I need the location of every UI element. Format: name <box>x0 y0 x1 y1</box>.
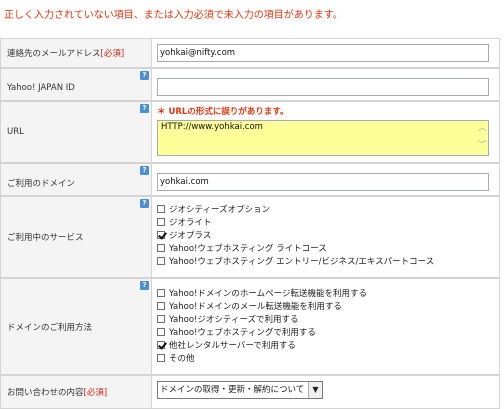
checkbox-checked[interactable] <box>157 341 165 349</box>
usage-options: Yahoo!ドメインのホームページ転送機能を利用する Yahoo!ドメインのメー… <box>151 278 500 375</box>
services-options: ジオシティーズオプション ジオライト ジオプラス Yahoo!ウェブホスティング… <box>151 196 500 278</box>
usage-label: ドメインのご利用方法 <box>7 322 93 333</box>
checkbox-label: Yahoo!ウェブホスティングで利用する <box>169 328 316 338</box>
checkbox-label: 他社レンタルサーバーで利用する <box>169 341 296 351</box>
chevron-down-icon[interactable]: ▼ <box>308 382 322 398</box>
checkbox[interactable] <box>157 302 165 310</box>
checkbox[interactable] <box>157 354 165 362</box>
url-label: URL <box>7 127 24 137</box>
help-icon[interactable]: ? <box>140 166 149 175</box>
inquiry-row: お問い合わせの内容[必須] ドメインの取得・更新・解約について ▼ <box>0 375 504 409</box>
checkbox[interactable] <box>157 218 165 226</box>
services-label: ご利用中のサービス <box>7 233 84 243</box>
checkbox-label: Yahoo!ジオシティーズで利用する <box>169 315 299 325</box>
yahoo-id-row: Yahoo! JAPAN ID ? <box>0 68 504 101</box>
checkbox[interactable] <box>157 244 165 252</box>
yahoo-id-field[interactable] <box>157 78 489 96</box>
checkbox-label: Yahoo!ドメインのホームページ転送機能を利用する <box>169 289 368 299</box>
checkbox-item[interactable]: Yahoo!ウェブホスティングで利用する <box>157 326 316 338</box>
checkbox-label: ジオライト <box>169 218 212 228</box>
domain-row: ご利用のドメイン ? yohkai.com <box>0 163 504 196</box>
checkbox-item[interactable]: Yahoo!ドメインのメール転送機能を利用する <box>157 300 342 312</box>
checkbox[interactable] <box>157 257 165 265</box>
checkbox-checked[interactable] <box>157 231 165 239</box>
yahoo-id-label: Yahoo! JAPAN ID <box>7 83 75 94</box>
checkbox-label: その他 <box>169 354 195 364</box>
domain-label: ご利用のドメイン <box>7 179 76 190</box>
help-icon[interactable]: ? <box>140 281 149 290</box>
checkbox-label: ジオシティーズオプション <box>169 205 271 215</box>
checkbox-item[interactable]: ジオプラス <box>157 229 212 241</box>
inquiry-select[interactable]: ドメインの取得・更新・解約について ▼ <box>157 381 323 399</box>
checkbox-label: ジオプラス <box>169 231 212 241</box>
checkbox-label: Yahoo!ドメインのメール転送機能を利用する <box>169 302 342 312</box>
checkbox-item[interactable]: Yahoo!ウェブホスティング ライトコース <box>157 242 327 254</box>
url-error: ＊ URLの形式に誤りがあります。 <box>157 107 289 117</box>
scrollbar[interactable]: ︿ ﹀ <box>477 122 487 154</box>
url-row: URL ? ＊ URLの形式に誤りがあります。 HTTP://www.yohka… <box>0 101 504 163</box>
help-icon[interactable]: ? <box>140 199 149 208</box>
checkbox[interactable] <box>157 315 165 323</box>
email-label: 連絡先のメールアドレス <box>7 49 101 59</box>
checkbox-item[interactable]: Yahoo!ドメインのホームページ転送機能を利用する <box>157 287 368 299</box>
checkbox-item[interactable]: Yahoo!ジオシティーズで利用する <box>157 313 299 325</box>
required-mark: [必須] <box>100 49 125 59</box>
help-icon[interactable]: ? <box>140 71 149 80</box>
email-field[interactable]: yohkai@nifty.com <box>157 44 489 62</box>
checkbox-item[interactable]: ジオライト <box>157 216 212 228</box>
checkbox-label: Yahoo!ウェブホスティング ライトコース <box>169 244 327 254</box>
domain-field[interactable]: yohkai.com <box>157 173 489 191</box>
checkbox-item[interactable]: その他 <box>157 352 195 364</box>
checkbox-item[interactable]: Yahoo!ウェブホスティング エントリー/ビジネス/エキスパートコース <box>157 255 435 267</box>
inquiry-label: お問い合わせの内容 <box>7 388 84 398</box>
usage-row: ドメインのご利用方法 ? Yahoo!ドメインのホームページ転送機能を利用する … <box>0 278 504 375</box>
required-mark: [必須] <box>83 388 108 398</box>
url-textarea[interactable]: HTTP://www.yohkai.com ︿ ﹀ <box>157 120 489 156</box>
services-row: ご利用中のサービス ? ジオシティーズオプション ジオライト ジオプラス Yah… <box>0 196 504 278</box>
scroll-down-icon[interactable]: ﹀ <box>477 139 487 150</box>
error-message: 正しく入力されていない項目、または入力必須で未入力の項目があります。 <box>4 10 343 21</box>
help-icon[interactable]: ? <box>140 104 149 113</box>
email-row: 連絡先のメールアドレス[必須] yohkai@nifty.com <box>0 38 504 68</box>
checkbox-item[interactable]: 他社レンタルサーバーで利用する <box>157 339 296 351</box>
checkbox-item[interactable]: ジオシティーズオプション <box>157 203 271 215</box>
inquiry-selected: ドメインの取得・更新・解約について <box>160 385 305 395</box>
url-value: HTTP://www.yohkai.com <box>161 122 263 132</box>
checkbox[interactable] <box>157 289 165 297</box>
checkbox-label: Yahoo!ウェブホスティング エントリー/ビジネス/エキスパートコース <box>169 257 435 267</box>
checkbox[interactable] <box>157 328 165 336</box>
scroll-up-icon[interactable]: ︿ <box>477 122 487 133</box>
checkbox[interactable] <box>157 205 165 213</box>
